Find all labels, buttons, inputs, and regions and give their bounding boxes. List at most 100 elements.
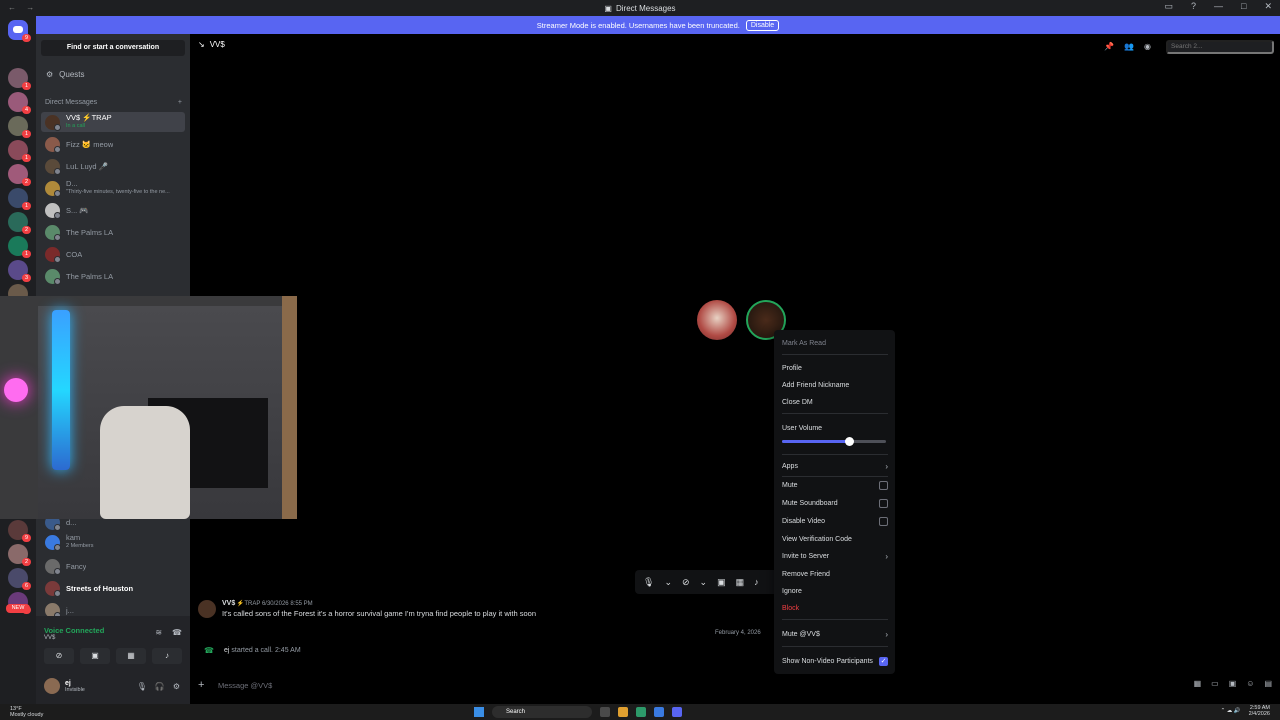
noise-suppression-icon[interactable]: ≋: [155, 628, 162, 637]
close-dm-item[interactable]: Close DM: [782, 396, 888, 408]
find-conversation-button[interactable]: Find or start a conversation: [41, 40, 185, 56]
call-user[interactable]: ej: [224, 647, 229, 654]
tray-icons[interactable]: ⌃ ☁ 🔊: [1221, 708, 1241, 714]
message-input[interactable]: [218, 680, 618, 690]
checkbox[interactable]: [879, 498, 888, 508]
taskbar-search[interactable]: Search: [492, 706, 592, 718]
file-explorer-icon[interactable]: [618, 707, 628, 717]
profile-item[interactable]: Profile: [782, 362, 888, 374]
server-icon[interactable]: 2: [8, 544, 31, 566]
discord-taskbar-icon[interactable]: [672, 707, 682, 717]
chevron-down-icon[interactable]: ⌄: [664, 577, 672, 588]
quests-item[interactable]: ⚙ Quests: [46, 70, 85, 79]
apps-item[interactable]: Apps ›: [782, 460, 888, 472]
dm-item[interactable]: Fizz 🐱 meow: [41, 134, 185, 154]
dm-item[interactable]: The Palms LA: [41, 266, 185, 286]
dm-item[interactable]: D... "Thirty-five minutes, twenty-five to…: [41, 178, 185, 198]
message-author[interactable]: VV$: [222, 600, 235, 607]
dm-item[interactable]: Streets of Houston: [41, 578, 185, 598]
disconnect-icon[interactable]: ☎: [172, 628, 182, 637]
server-icon[interactable]: 1: [8, 140, 31, 162]
user-volume-slider[interactable]: [782, 437, 886, 446]
screen-share-button[interactable]: ▣: [80, 648, 110, 664]
dm-item[interactable]: COA: [41, 244, 185, 264]
camera-off-icon[interactable]: ⊘: [682, 577, 690, 588]
block-item[interactable]: Block: [782, 602, 888, 614]
camera-off-button[interactable]: ⊘: [44, 648, 74, 664]
server-icon[interactable]: 3: [8, 260, 31, 282]
mute-user-item[interactable]: Mute @VV$ ›: [782, 628, 888, 640]
slider-handle[interactable]: [844, 437, 854, 446]
settings-icon[interactable]: ⚙: [173, 682, 180, 691]
chevron-down-icon[interactable]: ⌄: [700, 577, 708, 588]
server-icon[interactable]: 2: [8, 212, 31, 234]
server-icon[interactable]: 9: [8, 520, 31, 542]
microphone-icon[interactable]: 🎙: [643, 577, 654, 588]
show-non-video-participants-item[interactable]: Show Non-Video Participants ✓: [782, 655, 888, 667]
view-verification-code-item[interactable]: View Verification Code: [782, 533, 888, 545]
server-icon[interactable]: 1: [8, 188, 31, 210]
checkbox-checked[interactable]: ✓: [879, 656, 888, 666]
mark-as-read-item[interactable]: Mark As Read: [782, 337, 888, 349]
gif-icon[interactable]: ▭: [1211, 679, 1219, 688]
dm-item[interactable]: kam 2 Members: [41, 532, 185, 552]
screen-share-icon[interactable]: ▣: [717, 577, 726, 588]
current-user[interactable]: ej Invisible: [44, 678, 85, 694]
sticker-icon[interactable]: ▣: [1229, 679, 1237, 688]
apps-icon[interactable]: ▤: [1264, 679, 1272, 688]
voice-status[interactable]: Voice Connected VV$: [44, 626, 104, 641]
pin-icon[interactable]: 📌: [1104, 42, 1114, 51]
add-friend-nickname-item[interactable]: Add Friend Nickname: [782, 379, 888, 391]
ignore-item[interactable]: Ignore: [782, 585, 888, 597]
window-controls: ▭ ? — □ ✕: [1164, 1, 1272, 12]
menu-label: Add Friend Nickname: [782, 381, 850, 389]
remove-friend-item[interactable]: Remove Friend: [782, 568, 888, 580]
profile-icon[interactable]: ◉: [1144, 42, 1151, 51]
server-icon[interactable]: 1: [8, 116, 31, 138]
server-icon[interactable]: 1: [8, 236, 31, 258]
server-icon[interactable]: 1: [8, 68, 31, 90]
soundboard-button[interactable]: ♪: [152, 648, 182, 664]
soundboard-icon[interactable]: ♪: [754, 577, 759, 587]
create-dm-icon[interactable]: +: [178, 99, 182, 106]
home-button[interactable]: 9: [8, 20, 31, 42]
browser-icon[interactable]: [654, 707, 664, 717]
maximize-button[interactable]: □: [1241, 1, 1246, 12]
microphone-icon[interactable]: 🎙: [137, 682, 147, 691]
weather-widget[interactable]: 13°F Mostly cloudy: [10, 706, 43, 718]
windows-taskbar: 13°F Mostly cloudy Search ⌃ ☁ 🔊 2:59 AM …: [0, 704, 1280, 720]
activities-icon[interactable]: ▦: [736, 577, 745, 588]
server-icon[interactable]: 6: [8, 568, 31, 590]
invite-to-server-item[interactable]: Invite to Server ›: [782, 550, 888, 562]
disable-video-item[interactable]: Disable Video: [782, 515, 888, 527]
server-icon[interactable]: 4: [8, 92, 31, 114]
dm-item[interactable]: VV$ ⚡TRAP In a call: [41, 112, 185, 132]
close-button[interactable]: ✕: [1264, 1, 1272, 12]
dm-item[interactable]: The Palms LA: [41, 222, 185, 242]
server-icon[interactable]: 2: [8, 164, 31, 186]
search-input[interactable]: [1166, 40, 1274, 54]
nav-arrows[interactable]: ← →: [8, 3, 38, 12]
mute-soundboard-item[interactable]: Mute Soundboard: [782, 497, 888, 509]
taskbar-app-icon[interactable]: [600, 707, 610, 717]
headphones-icon[interactable]: 🎧: [155, 682, 165, 691]
call-participant-avatar[interactable]: [697, 300, 737, 340]
taskbar-app-icon[interactable]: [636, 707, 646, 717]
dm-item[interactable]: Fancy: [41, 556, 185, 576]
help-icon[interactable]: ?: [1191, 1, 1196, 12]
activities-button[interactable]: ▦: [116, 648, 146, 664]
add-friends-icon[interactable]: 👥: [1124, 42, 1134, 51]
start-button[interactable]: [474, 707, 484, 717]
mute-item[interactable]: Mute: [782, 479, 888, 491]
gift-icon[interactable]: ▦: [1194, 679, 1202, 688]
checkbox[interactable]: [879, 516, 888, 526]
minimize-button[interactable]: —: [1214, 1, 1223, 12]
dm-item[interactable]: LuL Luyd 🎤: [41, 156, 185, 176]
emoji-icon[interactable]: ☺: [1246, 679, 1254, 688]
add-attachment-icon[interactable]: +: [198, 679, 218, 691]
dm-item[interactable]: S... 🎮: [41, 200, 185, 220]
disable-streamer-mode-button[interactable]: Disable: [745, 19, 780, 31]
checkbox[interactable]: [879, 480, 888, 490]
inbox-icon[interactable]: ▭: [1164, 1, 1173, 12]
user-context-menu: Mark As Read Profile Add Friend Nickname…: [774, 330, 895, 674]
